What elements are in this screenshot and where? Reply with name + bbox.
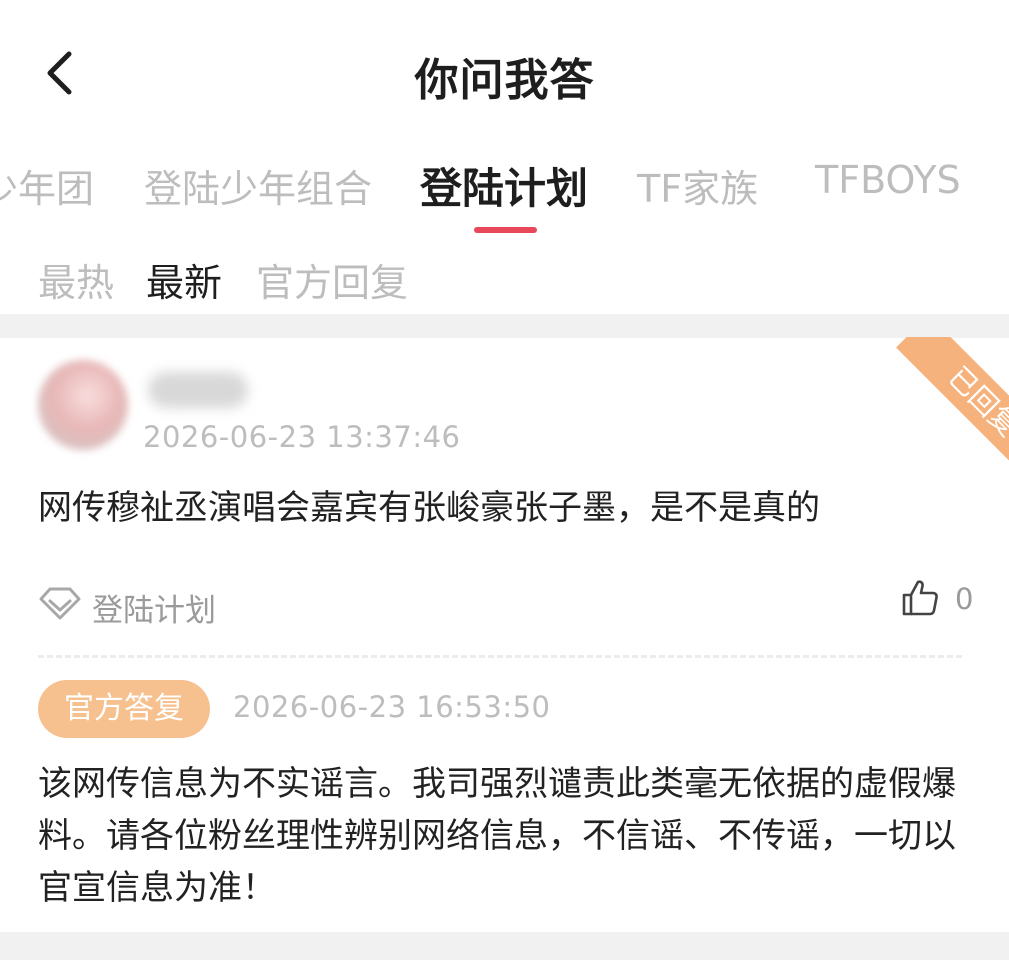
- category-tab-bar: 少年团 登陆少年组合 登陆计划 TF家族 TFBOYS: [0, 158, 1009, 210]
- bottom-divider: [0, 932, 1009, 960]
- tab-tf-jiazu[interactable]: TF家族: [637, 158, 758, 210]
- sort-tab-hottest[interactable]: 最热: [38, 252, 114, 307]
- question-text[interactable]: 网传穆祉丞演唱会嘉宾有张峻豪张子墨，是不是真的: [38, 480, 820, 529]
- dashed-divider: [38, 655, 962, 658]
- sort-tab-newest[interactable]: 最新: [146, 252, 222, 307]
- tab-shaoniantuan[interactable]: 少年团: [0, 158, 94, 210]
- tab-denglu-jihua[interactable]: 登陆计划: [420, 158, 588, 210]
- tab-denglu-shaonian-zuhe[interactable]: 登陆少年组合: [144, 158, 372, 210]
- like-count: 0: [955, 582, 974, 616]
- avatar[interactable]: [38, 360, 128, 450]
- official-reply-badge: 官方答复: [38, 680, 210, 738]
- page-title: 你问我答: [414, 55, 595, 106]
- thumbs-up-icon[interactable]: [900, 578, 940, 618]
- post-timestamp: 2026-06-23 13:37:46: [143, 420, 461, 454]
- tab-tfboys[interactable]: TFBOYS: [815, 158, 961, 202]
- section-divider: [0, 314, 1009, 338]
- diamond-icon: [39, 587, 81, 620]
- topic-tag[interactable]: 登陆计划: [92, 585, 216, 630]
- sort-tab-official-reply[interactable]: 官方回复: [256, 252, 408, 307]
- official-reply-text: 该网传信息为不实谣言。我司强烈谴责此类毫无依据的虚假爆料。请各位粉丝理性辨别网络…: [38, 764, 956, 908]
- username[interactable]: 用户: [148, 372, 248, 408]
- replied-ribbon: 已回复: [869, 337, 1009, 477]
- active-tab-indicator: [474, 227, 537, 233]
- replied-ribbon-label: 已回复: [896, 337, 1009, 477]
- reply-timestamp: 2026-06-23 16:53:50: [233, 690, 551, 724]
